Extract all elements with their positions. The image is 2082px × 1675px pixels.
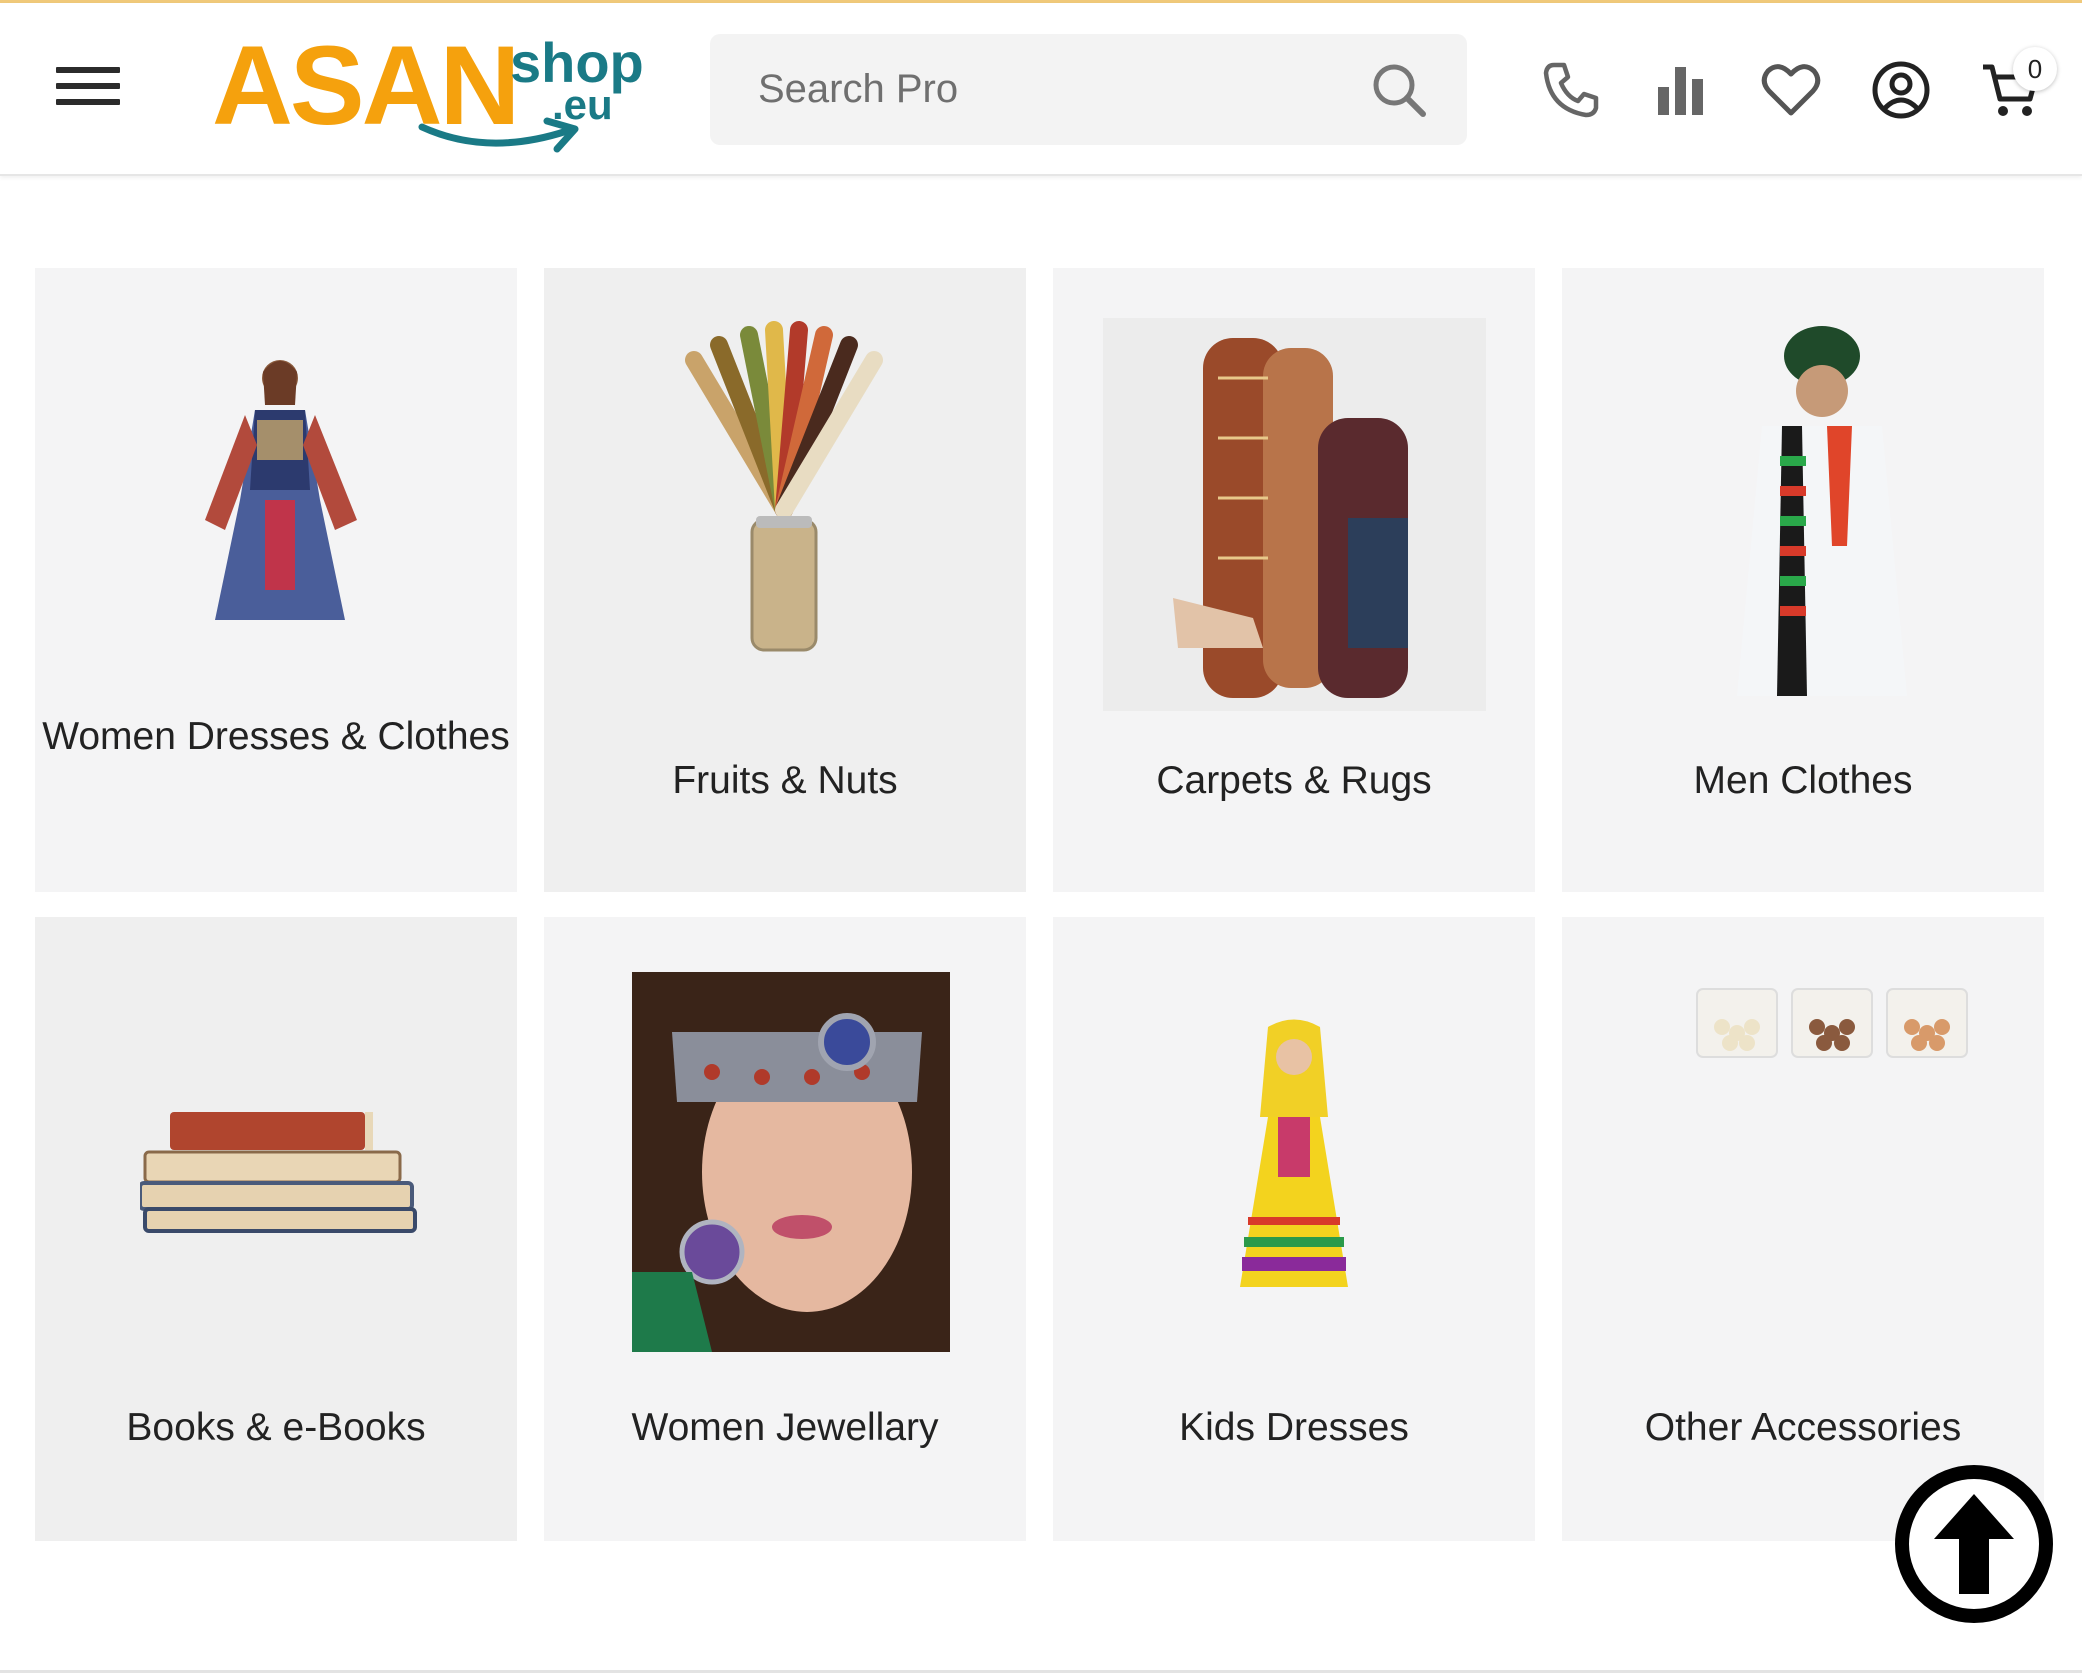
search-icon[interactable] <box>1369 60 1429 120</box>
category-label: Carpets & Rugs <box>1156 759 1432 802</box>
category-card-carpets-rugs[interactable]: Carpets & Rugs <box>1053 268 1535 892</box>
account-icon[interactable] <box>1870 59 1932 121</box>
woman-dress-image <box>205 360 357 620</box>
girl-yellow-dress-image <box>1240 1019 1348 1287</box>
arrow-up-circle-icon[interactable] <box>1894 1464 2054 1624</box>
category-label: Books & e-Books <box>126 1406 426 1449</box>
heart-icon[interactable] <box>1760 59 1822 121</box>
man-traditional-clothes-image <box>1737 326 1907 696</box>
site-header: ASAN shop .eu Search Pro 0 <box>0 3 2082 176</box>
snack-pouches-image <box>1696 988 1968 1058</box>
category-card-kids-dresses[interactable]: Kids Dresses <box>1053 917 1535 1541</box>
category-card-books[interactable]: Books & e-Books <box>35 917 517 1541</box>
category-card-women-dresses[interactable]: Women Dresses & Clothes <box>35 268 517 892</box>
compare-chart-icon[interactable] <box>1650 59 1712 121</box>
phone-icon[interactable] <box>1540 59 1602 121</box>
logo-arrow-icon <box>418 117 579 153</box>
category-card-women-jewellery[interactable]: Women Jewellary <box>544 917 1026 1541</box>
search-bar <box>710 34 1467 145</box>
woman-headpiece-image <box>632 972 950 1352</box>
category-card-fruits-nuts[interactable]: Fruits & Nuts <box>544 268 1026 892</box>
dried-fruits-jar-image <box>685 321 883 652</box>
cart-count-badge: 0 <box>2013 47 2057 91</box>
category-label: Women Jewellary <box>631 1406 939 1449</box>
category-label: Other Accessories <box>1644 1406 1962 1449</box>
category-card-men-clothes[interactable]: Men Clothes <box>1562 268 2044 892</box>
category-label: Women Dresses & Clothes <box>42 715 510 758</box>
category-label: Fruits & Nuts <box>672 759 898 802</box>
site-logo[interactable]: ASAN shop .eu <box>212 30 644 159</box>
category-card-other-accessories[interactable]: Other Accessories <box>1562 917 2044 1541</box>
category-label: Men Clothes <box>1693 759 1913 802</box>
footer-divider <box>0 1670 2082 1673</box>
book-stack-image <box>140 1112 417 1233</box>
category-label: Kids Dresses <box>1179 1406 1409 1449</box>
menu-icon[interactable] <box>56 67 120 115</box>
rolled-carpets-image <box>1103 318 1486 711</box>
search-input[interactable] <box>758 62 1318 116</box>
